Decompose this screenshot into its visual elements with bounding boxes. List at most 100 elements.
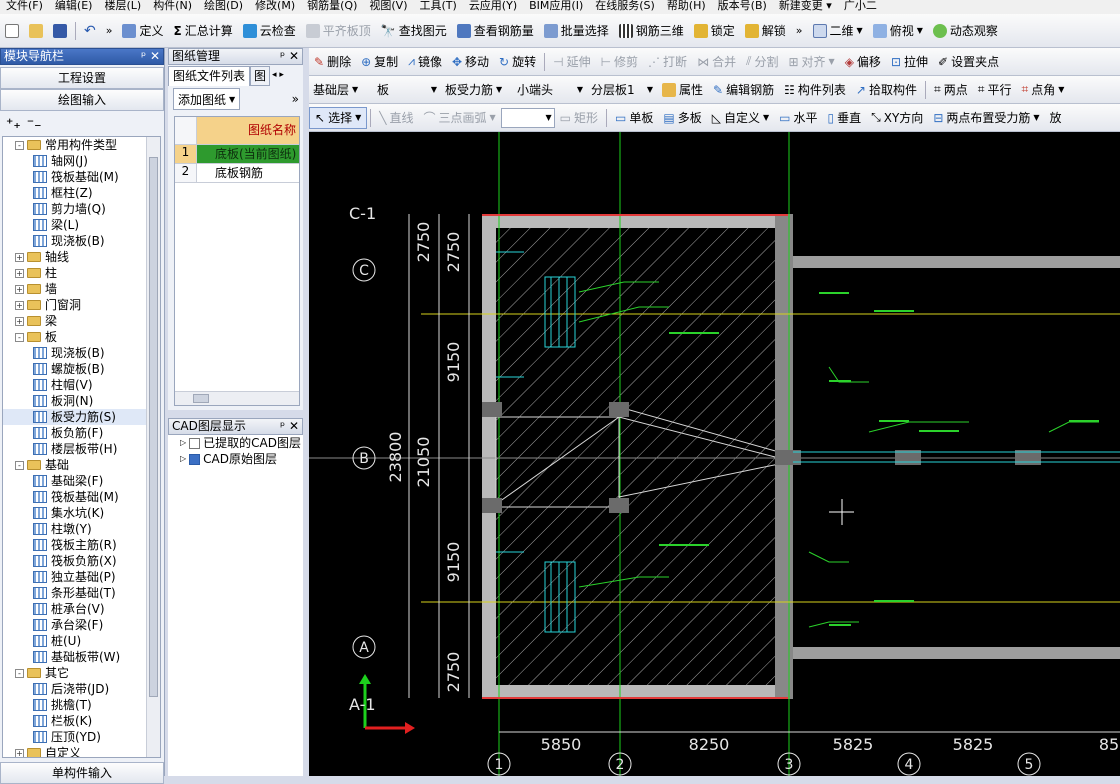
select-dropdown[interactable]: ↖ 选择 ▼ bbox=[309, 106, 368, 129]
split-button[interactable]: ⫽ 分割 bbox=[741, 51, 783, 73]
pick-component-button[interactable]: ↗ 拾取构件 bbox=[851, 79, 922, 101]
xy-direction-button[interactable]: ⤡ XY方向 bbox=[866, 107, 928, 129]
delete-button[interactable]: ✎ 删除 bbox=[309, 51, 356, 73]
save-button[interactable] bbox=[48, 20, 72, 42]
merge-button[interactable]: ⋈ 合并 bbox=[692, 51, 741, 73]
properties-button[interactable]: 属性 bbox=[657, 79, 708, 101]
tree-item[interactable]: 螺旋板(B) bbox=[3, 361, 160, 377]
tree-folder[interactable]: + 梁 bbox=[3, 313, 160, 329]
point-angle-button[interactable]: ⌗ 点角 ▼ bbox=[1017, 79, 1070, 101]
category-select[interactable]: 板 ▼ bbox=[373, 80, 441, 100]
two-point-rebar-button[interactable]: ⊟ 两点布置受力筋 ▼ bbox=[928, 107, 1044, 129]
arc-param-dropdown[interactable]: ▼ bbox=[500, 107, 555, 128]
menu-draw[interactable]: 绘图(D) bbox=[198, 0, 249, 11]
tree-item[interactable]: 轴网(J) bbox=[3, 153, 160, 169]
tree-folder[interactable]: + 柱 bbox=[3, 265, 160, 281]
rectangle-button[interactable]: ▭ 矩形 bbox=[555, 107, 603, 129]
collapse-icon[interactable]: - bbox=[15, 668, 24, 678]
line-button[interactable]: ╲ 直线 bbox=[374, 107, 418, 129]
view-2d-dropdown[interactable]: 二维 ▼ bbox=[808, 20, 868, 42]
expand-all-icon[interactable]: ⁺₊ bbox=[6, 116, 21, 132]
tree-item[interactable]: 剪力墙(Q) bbox=[3, 201, 160, 217]
tree-folder[interactable]: + 墙 bbox=[3, 281, 160, 297]
overflow-chevron-icon[interactable]: » bbox=[292, 92, 303, 106]
menu-online[interactable]: 在线服务(S) bbox=[589, 0, 661, 11]
tree-item[interactable]: 条形基础(T) bbox=[3, 585, 160, 601]
tree-folder[interactable]: + 门窗洞 bbox=[3, 297, 160, 313]
project-settings-button[interactable]: 工程设置 bbox=[0, 67, 164, 89]
checkbox[interactable] bbox=[189, 453, 201, 465]
three-point-arc-button[interactable]: ⌒ 三点画弧 ▼ bbox=[418, 107, 500, 129]
overflow-chevron-button-2[interactable]: » bbox=[791, 20, 808, 42]
copy-button[interactable]: ⊕ 复制 bbox=[356, 51, 403, 73]
layer-select[interactable]: 分层板1 ▼ bbox=[587, 80, 657, 100]
rotate-button[interactable]: ↻ 旋转 bbox=[494, 51, 541, 73]
tree-item[interactable]: 板受力筋(S) bbox=[3, 409, 160, 425]
lock-button[interactable]: 锁定 bbox=[689, 20, 740, 42]
undo-button[interactable]: ↶ bbox=[79, 20, 101, 42]
collapse-all-icon[interactable]: ⁻₋ bbox=[27, 116, 42, 132]
pin-close-icon[interactable]: ᵖ ✕ bbox=[141, 49, 163, 64]
tree-item[interactable]: 现浇板(B) bbox=[3, 345, 160, 361]
collapse-icon[interactable]: - bbox=[15, 332, 24, 342]
align-dropdown[interactable]: ⊞ 对齐 ▼ bbox=[783, 51, 839, 73]
tree-folder[interactable]: + 轴线 bbox=[3, 249, 160, 265]
type-select[interactable]: 板受力筋 ▼ bbox=[441, 80, 513, 100]
drawing-input-button[interactable]: 绘图输入 bbox=[0, 89, 164, 111]
menu-modify[interactable]: 修改(M) bbox=[249, 0, 301, 11]
pin-close-icon[interactable]: ᵖ ✕ bbox=[280, 419, 302, 434]
menu-cloud[interactable]: 云应用(Y) bbox=[463, 0, 523, 11]
name-select[interactable]: 小端头 ▼ bbox=[513, 80, 587, 100]
stretch-button[interactable]: ⊡ 拉伸 bbox=[886, 51, 933, 73]
expand-icon[interactable]: + bbox=[15, 748, 24, 757]
menu-floor[interactable]: 楼层(L) bbox=[98, 0, 147, 11]
menu-edit[interactable]: 编辑(E) bbox=[49, 0, 99, 11]
menu-component[interactable]: 构件(N) bbox=[147, 0, 198, 11]
vertical-scrollbar[interactable] bbox=[146, 137, 160, 757]
table-row[interactable]: 2 底板钢筋 bbox=[175, 164, 299, 183]
offset-button[interactable]: ◈ 偏移 bbox=[840, 51, 886, 73]
tree-item[interactable]: 后浇带(JD) bbox=[3, 681, 160, 697]
collapse-icon[interactable]: - bbox=[15, 460, 24, 470]
vertical-button[interactable]: ▯ 垂直 bbox=[823, 107, 867, 129]
tree-item[interactable]: 筏板基础(M) bbox=[3, 169, 160, 185]
collapse-icon[interactable]: - bbox=[15, 140, 24, 150]
trim-button[interactable]: ⊢ 修剪 bbox=[596, 51, 643, 73]
tree-item[interactable]: 梁(L) bbox=[3, 217, 160, 233]
tree-folder[interactable]: - 基础 bbox=[3, 457, 160, 473]
tree-item[interactable]: 挑檐(T) bbox=[3, 697, 160, 713]
tree-item[interactable]: 集水坑(K) bbox=[3, 505, 160, 521]
tree-folder[interactable]: -板 bbox=[3, 329, 160, 345]
drawing-name-cell[interactable]: 底板钢筋 bbox=[197, 164, 299, 182]
expand-icon[interactable]: + bbox=[15, 268, 24, 278]
rebar-3d-button[interactable]: 钢筋三维 bbox=[614, 20, 689, 42]
view-top-dropdown[interactable]: 俯视 ▼ bbox=[868, 20, 928, 42]
cad-canvas[interactable]: C-1 C B A A-1 1 2 3 4 5 2750 9150 9150 2750 2750 21050 2… bbox=[309, 132, 1120, 776]
overflow-chevron-button[interactable]: » bbox=[101, 20, 118, 42]
component-list-button[interactable]: ☷ 构件列表 bbox=[779, 79, 851, 101]
table-row[interactable]: 1 底板(当前图纸) bbox=[175, 145, 299, 164]
tree-folder[interactable]: - 其它 bbox=[3, 665, 160, 681]
menu-bim[interactable]: BIM应用(I) bbox=[523, 0, 589, 11]
menu-new-change[interactable]: 新建变更 ▾ bbox=[773, 0, 838, 11]
tree-item[interactable]: 桩承台(V) bbox=[3, 601, 160, 617]
tab-drawing-file-list[interactable]: 图纸文件列表 bbox=[168, 66, 251, 86]
place-button[interactable]: 放 bbox=[1045, 107, 1067, 129]
tab-scroll-arrows[interactable]: ◂ ▸ bbox=[270, 66, 284, 86]
menu-file[interactable]: 文件(F) bbox=[0, 0, 49, 11]
single-slab-button[interactable]: ▭ 单板 bbox=[610, 107, 658, 129]
tree-item[interactable]: 桩(U) bbox=[3, 633, 160, 649]
set-grip-button[interactable]: ✐ 设置夹点 bbox=[933, 51, 1004, 73]
dynamic-view-button[interactable]: 动态观察 bbox=[928, 20, 1003, 42]
tree-item[interactable]: 现浇板(B) bbox=[3, 233, 160, 249]
tree-item[interactable]: 承台梁(F) bbox=[3, 617, 160, 633]
tree-item[interactable]: 基础梁(F) bbox=[3, 473, 160, 489]
sum-calc-button[interactable]: Σ 汇总计算 bbox=[168, 20, 237, 42]
floor-select[interactable]: 基础层 ▼ bbox=[309, 80, 373, 100]
tree-item[interactable]: 筏板负筋(X) bbox=[3, 553, 160, 569]
menu-help[interactable]: 帮助(H) bbox=[661, 0, 712, 11]
mirror-button[interactable]: ⩘ 镜像 bbox=[403, 51, 447, 73]
tree-folder[interactable]: - 常用构件类型 bbox=[3, 137, 160, 153]
tree-item[interactable]: 板洞(N) bbox=[3, 393, 160, 409]
horizontal-button[interactable]: ▭ 水平 bbox=[774, 107, 822, 129]
